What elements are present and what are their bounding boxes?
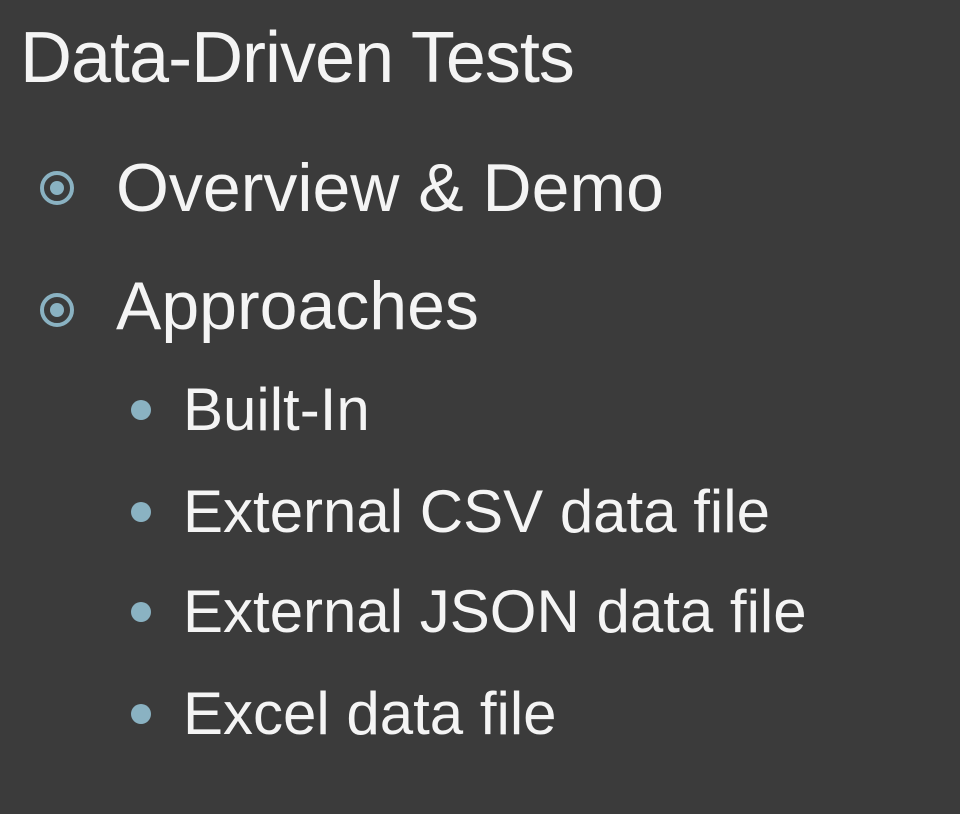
bullet-item-approaches: Approaches — [0, 258, 960, 358]
circle-target-icon — [40, 293, 74, 327]
sub-item-text: External CSV data file — [183, 478, 770, 545]
circle-target-icon — [40, 171, 74, 205]
dot-icon — [131, 502, 151, 522]
sub-item-json: External JSON data file — [0, 574, 960, 654]
bullet-item-overview: Overview & Demo — [0, 142, 960, 242]
slide: Data-Driven Tests Overview & Demo Approa… — [0, 0, 960, 814]
sub-item-text: External JSON data file — [183, 578, 807, 645]
sub-item-text: Built-In — [183, 376, 370, 443]
bullet-text: Overview & Demo — [116, 150, 664, 226]
slide-title: Data-Driven Tests — [20, 18, 575, 98]
sub-item-csv: External CSV data file — [0, 474, 960, 554]
dot-icon — [131, 704, 151, 724]
sub-item-built-in: Built-In — [0, 372, 960, 452]
dot-icon — [131, 400, 151, 420]
sub-item-text: Excel data file — [183, 680, 557, 747]
bullet-text: Approaches — [116, 268, 479, 344]
dot-icon — [131, 602, 151, 622]
sub-item-excel: Excel data file — [0, 676, 960, 756]
